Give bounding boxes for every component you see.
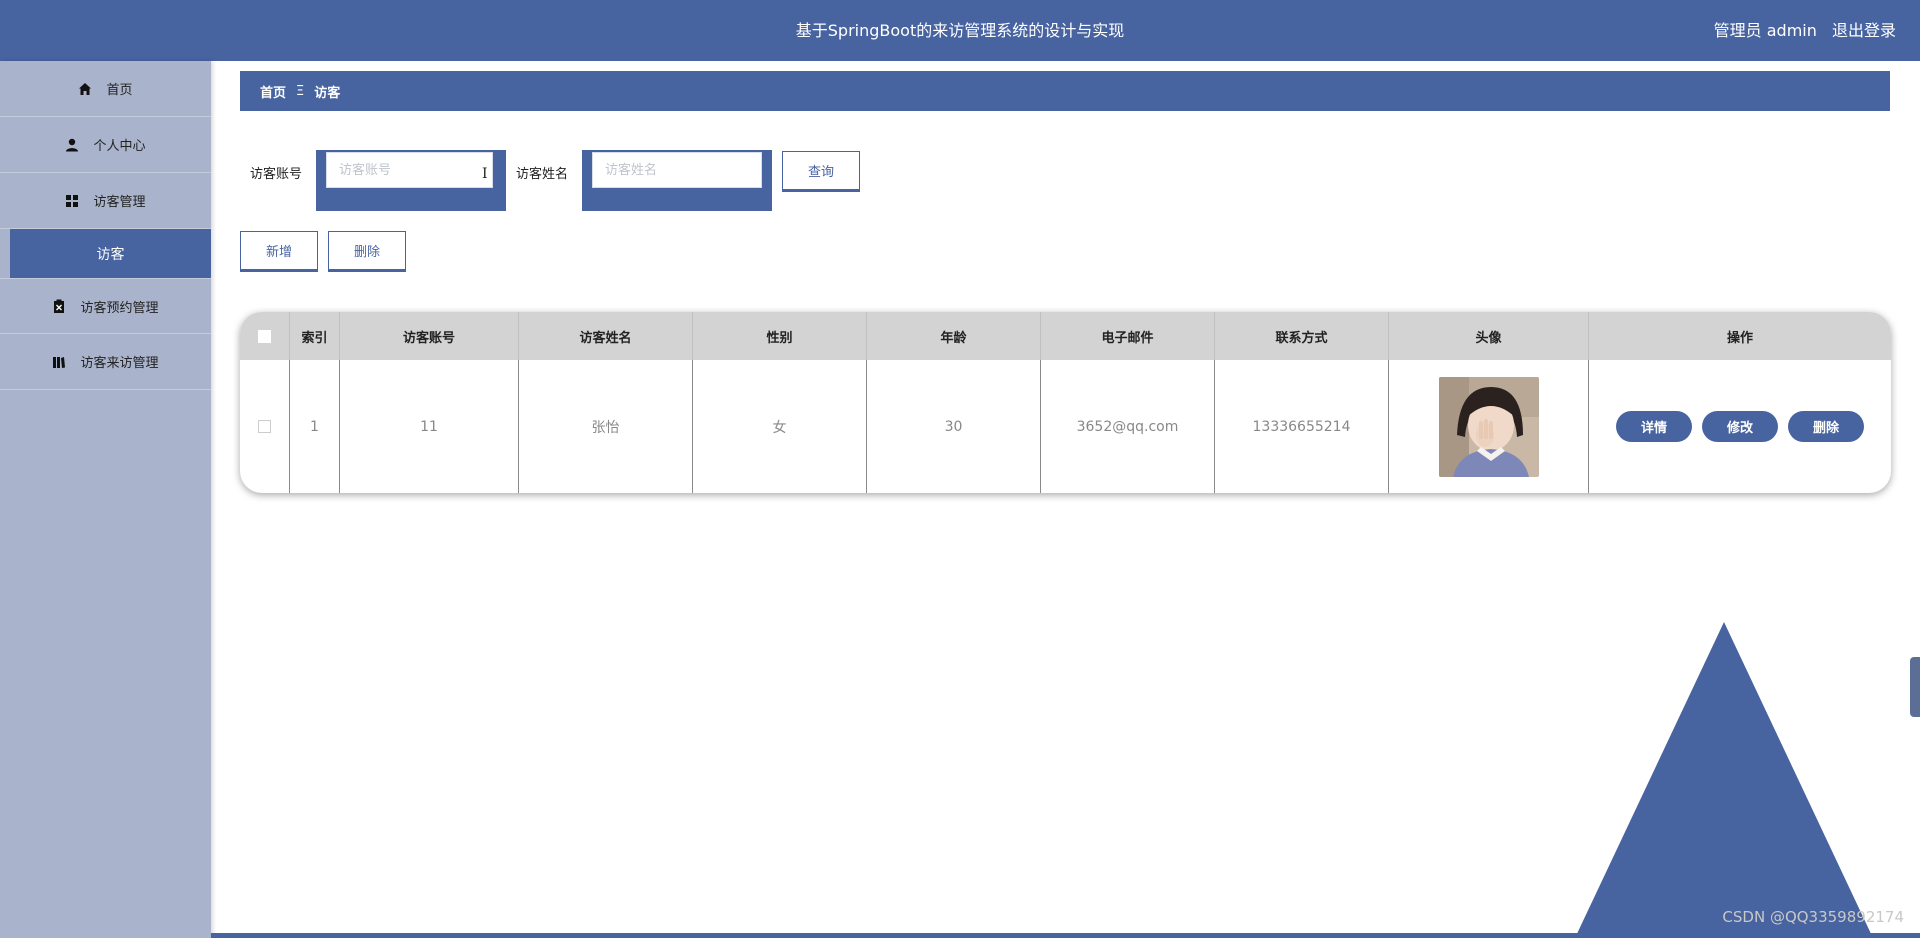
edit-button[interactable]: 修改	[1702, 411, 1778, 442]
sidebar-item-visitor-management[interactable]: 访客管理	[0, 173, 211, 229]
account-search-label: 访客账号	[250, 167, 303, 182]
breadcrumb: 首页 Ξ 访客	[240, 71, 1890, 111]
column-header-index: 索引	[290, 312, 340, 360]
name-search-input[interactable]	[592, 152, 762, 188]
name-search-label: 访客姓名	[516, 167, 569, 182]
account-search-input[interactable]	[326, 152, 493, 188]
home-icon	[78, 82, 92, 96]
cell-avatar	[1389, 360, 1589, 493]
cell-index: 1	[290, 360, 340, 493]
cell-account: 11	[340, 360, 519, 493]
column-header-name: 访客姓名	[519, 312, 693, 360]
detail-button[interactable]: 详情	[1616, 411, 1692, 442]
cell-actions: 详情 修改 删除	[1589, 360, 1891, 493]
row-select-cell	[240, 360, 290, 493]
batch-delete-button[interactable]: 删除	[328, 231, 406, 272]
sidebar-item-visit-management[interactable]: 访客来访管理	[0, 334, 211, 390]
column-header-email: 电子邮件	[1041, 312, 1215, 360]
visitor-table: 索引 访客账号 访客姓名 性别 年龄 电子邮件 联系方式 头像 操作 1 11 …	[240, 312, 1891, 493]
sidebar-item-label: 访客管理	[93, 195, 146, 210]
column-header-gender: 性别	[693, 312, 867, 360]
breadcrumb-home[interactable]: 首页	[260, 82, 286, 101]
sidebar-subitem-visitor[interactable]: 访客	[10, 229, 211, 278]
edge-tab-handle[interactable]	[1910, 657, 1920, 717]
breadcrumb-current: 访客	[314, 85, 341, 101]
select-all-checkbox[interactable]	[258, 329, 271, 343]
column-header-phone: 联系方式	[1215, 312, 1389, 360]
user-icon	[65, 138, 79, 152]
app-title: 基于SpringBoot的来访管理系统的设计与实现	[795, 21, 1125, 40]
sidebar-item-reservation-management[interactable]: 访客预约管理	[0, 278, 211, 334]
grid-icon	[65, 194, 79, 208]
header-user-area: 管理员 admin 退出登录	[1704, 0, 1896, 61]
sidebar-item-label: 个人中心	[93, 139, 146, 154]
select-all-cell	[240, 312, 290, 360]
cell-phone: 13336655214	[1215, 360, 1389, 493]
sidebar-item-label: 首页	[106, 83, 133, 98]
name-input-frame	[582, 150, 772, 211]
sidebar-item-label: 访客预约管理	[80, 300, 159, 316]
logout-link[interactable]: 退出登录	[1832, 21, 1896, 40]
cell-gender: 女	[693, 360, 867, 493]
add-button[interactable]: 新增	[240, 231, 318, 272]
account-input-frame: I	[316, 150, 506, 211]
column-header-account: 访客账号	[340, 312, 519, 360]
column-header-avatar: 头像	[1389, 312, 1589, 360]
top-header: 基于SpringBoot的来访管理系统的设计与实现 管理员 admin 退出登录	[0, 0, 1920, 61]
cell-email: 3652@qq.com	[1041, 360, 1215, 493]
sidebar: 首页 个人中心 访客管理 访客 访客预约管理 访客来访管理	[0, 61, 211, 938]
table-row: 1 11 张怡 女 30 3652@qq.com 13336655214 详情 …	[240, 360, 1891, 493]
sidebar-item-profile[interactable]: 个人中心	[0, 117, 211, 173]
text-cursor-icon: I	[482, 166, 488, 182]
watermark: CSDN @QQ3359892174	[1722, 908, 1904, 926]
book-icon	[52, 355, 66, 369]
cell-name: 张怡	[519, 360, 693, 493]
sidebar-item-label: 访客	[96, 246, 125, 263]
column-header-age: 年龄	[867, 312, 1041, 360]
query-button[interactable]: 查询	[782, 151, 860, 192]
avatar[interactable]	[1438, 376, 1539, 477]
breadcrumb-separator-icon: Ξ	[296, 83, 305, 99]
sidebar-item-home[interactable]: 首页	[0, 61, 211, 117]
row-delete-button[interactable]: 删除	[1788, 411, 1864, 442]
table-header: 索引 访客账号 访客姓名 性别 年龄 电子邮件 联系方式 头像 操作	[240, 312, 1891, 360]
row-checkbox[interactable]	[258, 420, 271, 433]
clipboard-icon	[52, 299, 66, 313]
admin-user-label: 管理员 admin	[1713, 21, 1817, 40]
bottom-bar	[211, 933, 1920, 938]
cell-age: 30	[867, 360, 1041, 493]
sidebar-item-label: 访客来访管理	[80, 356, 159, 371]
column-header-actions: 操作	[1726, 330, 1753, 346]
